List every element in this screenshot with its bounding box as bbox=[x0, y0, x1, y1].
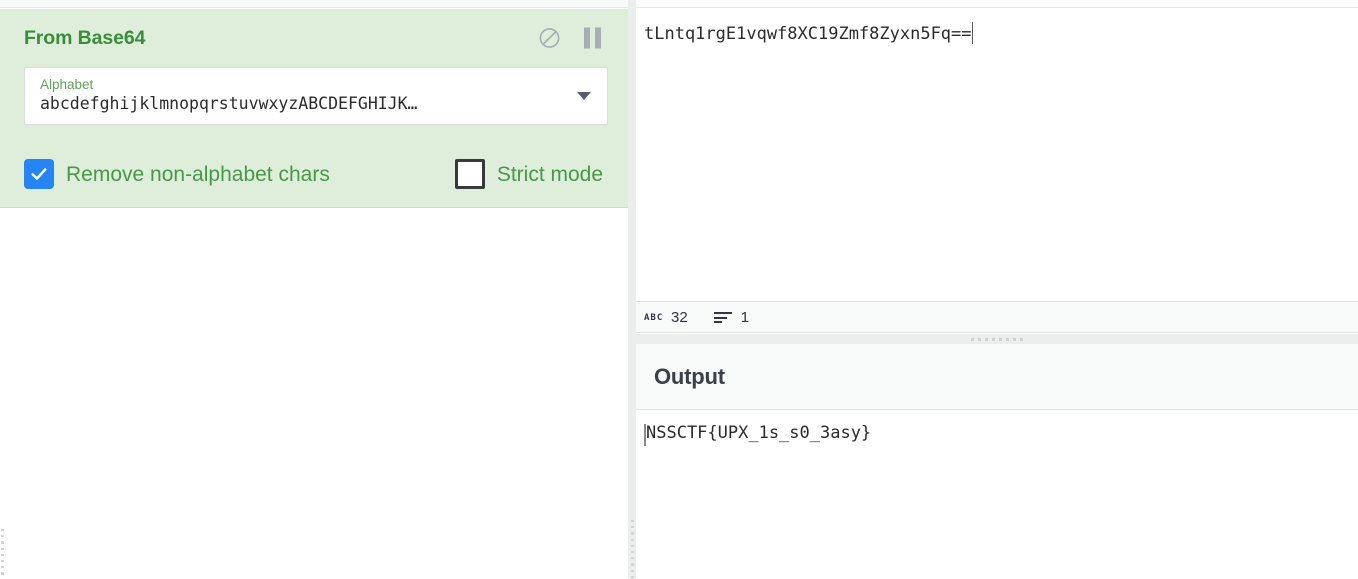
output-title: Output bbox=[654, 363, 725, 389]
input-lines-status: 1 bbox=[713, 309, 750, 326]
input-output-horizontal-splitter[interactable] bbox=[636, 334, 1358, 344]
input-status-bar: ABC 32 1 bbox=[636, 303, 1358, 333]
checkbox-remove-non-alphabet-chars[interactable]: Remove non-alphabet chars bbox=[24, 159, 330, 189]
abc-icon: ABC bbox=[644, 313, 663, 323]
recipe-pane: From Base64 Alphabet abcdefghijklmnopqrs… bbox=[0, 9, 628, 579]
alphabet-label: Alphabet bbox=[40, 77, 94, 92]
checkbox-strict-mode[interactable]: Strict mode bbox=[454, 159, 604, 189]
output-text-cursor bbox=[644, 424, 646, 446]
input-pane[interactable]: tLntq1rgE1vqwf8XC19Zmf8Zyxn5Fq== bbox=[636, 9, 1358, 302]
lines-icon bbox=[713, 312, 732, 324]
chevron-down-icon[interactable] bbox=[577, 92, 591, 100]
input-length-value: 32 bbox=[671, 309, 688, 326]
cyberchef-app: From Base64 Alphabet abcdefghijklmnopqrs… bbox=[0, 0, 1358, 579]
circle-slash-icon[interactable] bbox=[538, 27, 561, 50]
input-output-splitter-handle[interactable] bbox=[971, 337, 1023, 341]
alphabet-field[interactable]: Alphabet abcdefghijklmnopqrstuvwxyzABCDE… bbox=[24, 67, 608, 125]
output-header: Output bbox=[636, 344, 1358, 410]
recipe-io-vertical-splitter[interactable] bbox=[628, 0, 636, 579]
input-lines-value: 1 bbox=[740, 309, 750, 326]
input-text-cursor bbox=[971, 22, 974, 44]
recipe-operation-from-base64[interactable]: From Base64 Alphabet abcdefghijklmnopqrs… bbox=[0, 9, 628, 208]
input-text-value[interactable]: tLntq1rgE1vqwf8XC19Zmf8Zyxn5Fq== bbox=[644, 24, 972, 44]
recipe-titlebar-sliver bbox=[0, 0, 628, 8]
alphabet-value[interactable]: abcdefghijklmnopqrstuvwxyzABCDEFGHIJK… bbox=[40, 93, 567, 115]
checkbox-label-strict-mode: Strict mode bbox=[496, 162, 604, 186]
operation-title: From Base64 bbox=[24, 26, 146, 49]
output-pane: Output NSSCTF{UPX_1s_s0_3asy} bbox=[636, 344, 1358, 579]
checkbox-box-unchecked[interactable] bbox=[454, 159, 485, 189]
output-body[interactable]: NSSCTF{UPX_1s_s0_3asy} bbox=[636, 410, 1358, 446]
pause-icon[interactable] bbox=[583, 27, 602, 49]
operation-title-row: From Base64 bbox=[0, 9, 628, 67]
input-textarea[interactable]: tLntq1rgE1vqwf8XC19Zmf8Zyxn5Fq== bbox=[636, 9, 974, 45]
recipe-pane-left-resize-handle[interactable] bbox=[0, 528, 5, 579]
output-text-value[interactable]: NSSCTF{UPX_1s_s0_3asy} bbox=[644, 422, 1358, 444]
operation-icons bbox=[538, 27, 602, 50]
operation-checkbox-row: Remove non-alphabet chars Strict mode bbox=[24, 159, 628, 189]
input-length-status: ABC 32 bbox=[644, 309, 688, 326]
checkbox-label-remove-non-alphabet-chars: Remove non-alphabet chars bbox=[66, 162, 330, 186]
recipe-io-splitter-handle[interactable] bbox=[628, 519, 636, 579]
checkbox-box-checked[interactable] bbox=[24, 159, 54, 189]
input-titlebar-sliver bbox=[636, 0, 1358, 8]
